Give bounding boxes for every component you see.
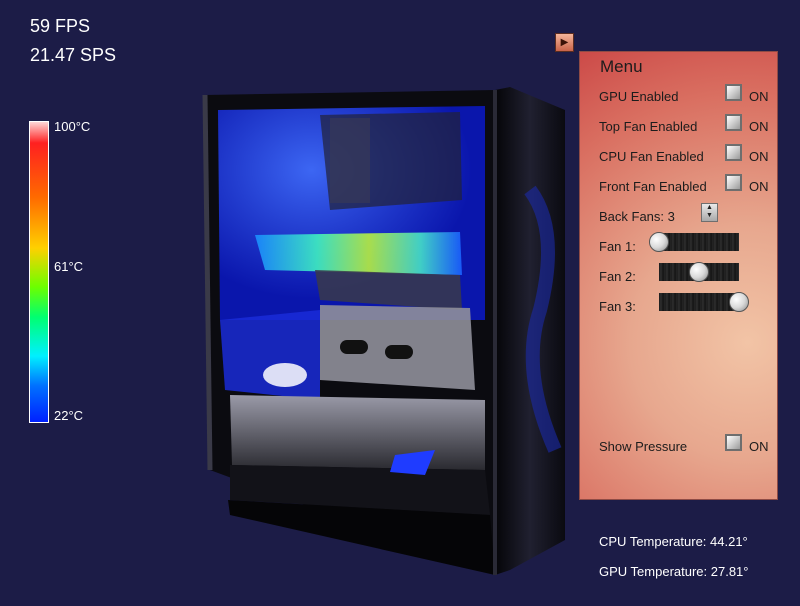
gpu-temperature-readout: GPU Temperature: 27.81° <box>599 564 749 579</box>
fan-2-label: Fan 2: <box>599 269 636 284</box>
cpu-fan-enabled-checkbox[interactable] <box>725 144 742 161</box>
legend-mid-label: 61°C <box>54 259 84 274</box>
temperature-color-scale <box>29 121 49 423</box>
menu-toggle-button[interactable]: ▶ <box>555 33 574 52</box>
legend-max-label: 100°C <box>54 119 91 134</box>
play-arrow-icon: ▶ <box>560 36 569 48</box>
fan-1-label: Fan 1: <box>599 239 636 254</box>
cpu-temperature-readout: CPU Temperature: 44.21° <box>599 534 748 549</box>
top-fan-enabled-label: Top Fan Enabled <box>599 119 698 134</box>
increment-arrow-icon[interactable]: ▲ <box>702 204 717 212</box>
fan-1-slider[interactable] <box>649 232 739 252</box>
fan-1-slider-thumb[interactable] <box>649 232 669 252</box>
top-fan-enabled-state: ON <box>749 119 769 134</box>
fps-counter: 59 FPS <box>30 16 91 36</box>
fan-2-slider[interactable] <box>659 262 739 282</box>
front-fan-enabled-state: ON <box>749 179 769 194</box>
gpu-heat-region <box>255 232 462 275</box>
gpu-enabled-checkbox[interactable] <box>725 84 742 101</box>
cpu-fan-enabled-label: CPU Fan Enabled <box>599 149 704 164</box>
show-pressure-label: Show Pressure <box>599 439 688 454</box>
back-fans-label: Back Fans: 3 <box>599 209 675 224</box>
menu-panel: Menu GPU Enabled ON Top Fan Enabled ON C… <box>579 51 778 500</box>
gpu-enabled-label: GPU Enabled <box>599 89 679 104</box>
front-fan-enabled-label: Front Fan Enabled <box>599 179 707 194</box>
decrement-arrow-icon[interactable]: ▼ <box>702 212 717 220</box>
top-fan-enabled-checkbox[interactable] <box>725 114 742 131</box>
show-pressure-checkbox[interactable] <box>725 434 742 451</box>
show-pressure-state: ON <box>749 439 769 454</box>
front-fan-enabled-checkbox[interactable] <box>725 174 742 191</box>
sps-counter: 21.47 SPS <box>30 45 117 65</box>
fan-3-label: Fan 3: <box>599 299 636 314</box>
gpu-enabled-state: ON <box>749 89 769 104</box>
menu-title: Menu <box>600 57 643 76</box>
performance-stats: 59 FPS 21.47 SPS <box>30 12 116 70</box>
fan-2-slider-thumb[interactable] <box>689 262 709 282</box>
fan-3-slider-thumb[interactable] <box>729 292 749 312</box>
back-fans-stepper[interactable]: ▲ ▼ <box>701 203 718 222</box>
pc-case-thermal-render[interactable] <box>170 70 570 590</box>
cpu-fan-enabled-state: ON <box>749 149 769 164</box>
case-floor <box>230 395 485 470</box>
fan-3-slider[interactable] <box>659 292 749 312</box>
legend-min-label: 22°C <box>54 408 84 423</box>
